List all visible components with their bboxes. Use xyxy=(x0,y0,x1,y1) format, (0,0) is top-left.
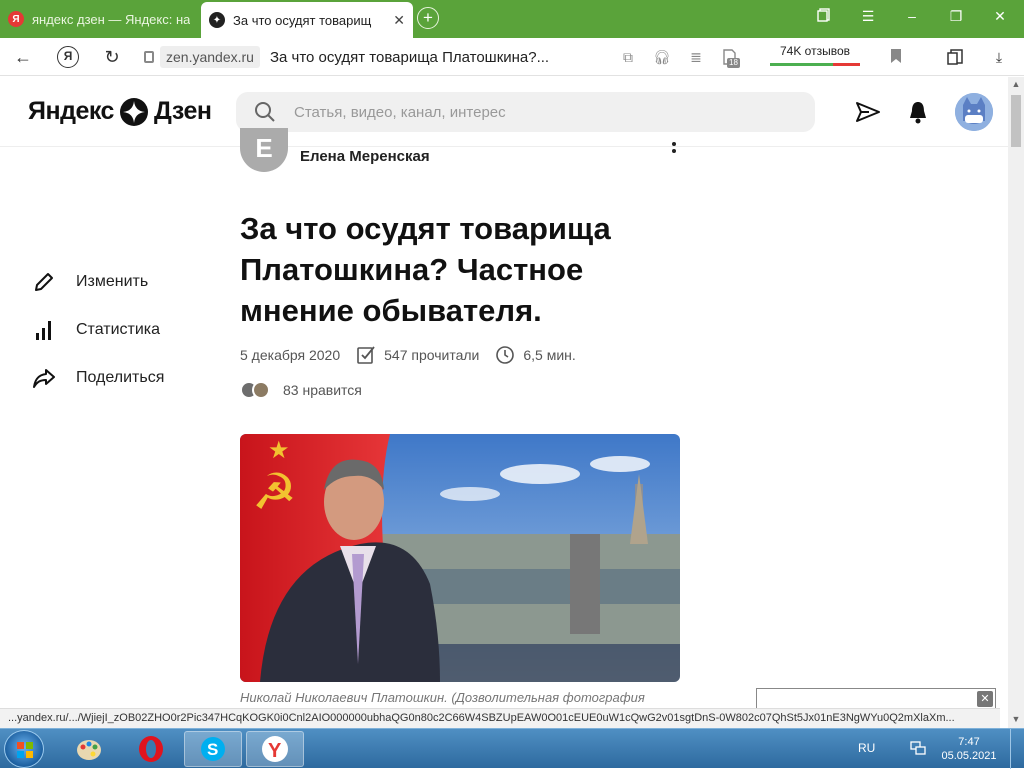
sidebar-item-label: Статистика xyxy=(76,321,161,338)
article-title: За что осудят товарища Платошкина? Частн… xyxy=(240,211,611,328)
share-page-icon[interactable]: ⧉ xyxy=(619,48,637,66)
tab-yandex-search[interactable]: Я яндекс дзен — Яндекс: на xyxy=(0,4,198,34)
taskbar-paint[interactable] xyxy=(60,731,118,767)
taskbar-opera[interactable] xyxy=(122,731,180,767)
author-row: Е Елена Меренская xyxy=(240,128,680,174)
url-field[interactable]: zen.yandex.ru За что осудят товарища Пла… xyxy=(140,44,549,70)
scroll-down-icon[interactable]: ▼ xyxy=(1008,714,1024,728)
status-link-preview: ...yandex.ru/.../WjiejI_zOB02ZHO0r2Pic34… xyxy=(0,708,1000,728)
cat-avatar-icon xyxy=(955,93,993,131)
yandex-home-button[interactable]: Я xyxy=(57,46,79,68)
start-button[interactable] xyxy=(4,730,44,768)
search-input[interactable] xyxy=(294,103,774,121)
logo-yandex-text: Яндекс xyxy=(28,97,114,125)
more-options-icon[interactable] xyxy=(672,142,676,156)
lock-icon xyxy=(144,51,154,63)
language-indicator[interactable]: RU xyxy=(858,741,875,755)
extensions-badge: 18 xyxy=(727,58,740,68)
clock-time: 7:47 xyxy=(958,736,980,748)
skype-icon: S xyxy=(201,737,225,761)
reader-mode-icon[interactable]: ≣ xyxy=(687,48,705,66)
user-avatar[interactable] xyxy=(955,93,993,131)
url-domain: zen.yandex.ru xyxy=(160,46,260,68)
image-caption: Николай Николаевич Платошкин. (Дозволите… xyxy=(240,690,645,705)
dzen-icon: ✦ xyxy=(209,12,225,28)
windows-logo-icon xyxy=(17,742,33,758)
liker-avatar xyxy=(252,381,270,399)
collections-icon[interactable] xyxy=(946,48,964,66)
sidebar-item-label: Изменить xyxy=(76,273,149,290)
yandex-icon: Я xyxy=(8,11,24,27)
show-desktop-button[interactable] xyxy=(1010,729,1024,769)
page-scrollbar[interactable]: ▲ ▼ xyxy=(1008,77,1024,728)
portrait-photo: ★ ☭ xyxy=(240,434,680,682)
headphones-icon[interactable]: 🎧︎ xyxy=(653,48,671,66)
back-button[interactable]: ← xyxy=(12,46,34,68)
menu-icon[interactable]: ☰ xyxy=(856,8,880,25)
dzen-logo[interactable]: Яндекс Дзен xyxy=(28,97,212,126)
browser-tab-bar: Я яндекс дзен — Яндекс: на ✦ За что осуд… xyxy=(0,0,1024,38)
svg-text:☭: ☭ xyxy=(252,464,297,520)
logo-dzen-text: Дзен xyxy=(153,97,212,125)
author-name[interactable]: Елена Меренская xyxy=(300,148,430,165)
protect-icon[interactable]: 18 xyxy=(719,48,741,68)
tab-title: яндекс дзен — Яндекс: на xyxy=(32,11,190,27)
liker-avatars xyxy=(240,380,274,400)
tab-article[interactable]: ✦ За что осудят товарищ ✕ xyxy=(201,2,413,38)
article-meta: 5 декабря 2020 547 прочитали 6,5 мин. xyxy=(240,344,576,366)
read-time: 6,5 мин. xyxy=(523,347,576,363)
reload-button[interactable]: ↻ xyxy=(101,46,123,68)
bar-chart-icon xyxy=(36,321,51,340)
rating-bar xyxy=(770,63,860,66)
sidebar-item-share[interactable]: Поделиться xyxy=(32,354,164,402)
reads-count: 547 прочитали xyxy=(384,347,480,363)
article-hero-image[interactable]: ★ ☭ xyxy=(240,434,680,682)
close-window-button[interactable]: ✕ xyxy=(988,8,1012,25)
sidebar-item-stats[interactable]: Статистика xyxy=(32,306,164,354)
dzen-star-icon xyxy=(119,97,148,126)
bookmarks-panel-icon[interactable] xyxy=(812,8,836,25)
network-icon[interactable] xyxy=(910,740,926,761)
likes-row[interactable]: 83 нравится xyxy=(240,380,362,400)
address-bar: ← Я ↻ zen.yandex.ru За что осудят товари… xyxy=(0,38,1024,76)
search-icon xyxy=(255,102,275,122)
windows-taskbar: S Y RU 7:47 05.05.2021 xyxy=(0,728,1024,769)
minimize-button[interactable]: – xyxy=(900,8,924,24)
taskbar-yandex-browser[interactable]: Y xyxy=(246,731,304,767)
reviews-label: 74K отзывов xyxy=(779,44,850,58)
likes-count: 83 нравится xyxy=(283,382,362,398)
paint-palette-icon xyxy=(77,740,101,760)
pencil-icon xyxy=(35,273,53,291)
sidebar-item-label: Поделиться xyxy=(76,369,165,386)
close-tab-icon[interactable]: ✕ xyxy=(393,12,405,29)
tab-title: За что осудят товарищ xyxy=(233,12,372,28)
opera-icon xyxy=(139,736,163,762)
checkbox-read-icon xyxy=(357,346,375,364)
close-icon[interactable]: ✕ xyxy=(977,691,993,707)
url-page-title: За что осудят товарища Платошкина?... xyxy=(269,48,550,66)
scroll-up-icon[interactable]: ▲ xyxy=(1008,79,1024,93)
bookmark-icon[interactable] xyxy=(887,48,905,66)
svg-text:★: ★ xyxy=(268,437,290,464)
search-bar[interactable] xyxy=(236,92,815,132)
svg-text:S: S xyxy=(207,740,218,759)
article-actions-menu: Изменить Статистика Поделиться xyxy=(32,258,164,402)
yandex-browser-icon: Y xyxy=(262,736,288,762)
new-tab-button[interactable]: + xyxy=(417,7,439,29)
downloads-icon[interactable]: ⤓ xyxy=(990,48,1008,66)
reviews-widget[interactable]: 74K отзывов xyxy=(768,44,862,70)
publish-date: 5 декабря 2020 xyxy=(240,347,341,363)
taskbar-skype[interactable]: S xyxy=(184,731,242,767)
bell-icon[interactable] xyxy=(905,99,931,125)
svg-text:Y: Y xyxy=(268,740,282,762)
send-icon[interactable] xyxy=(855,99,881,125)
clock-icon xyxy=(496,346,515,364)
restore-button[interactable]: ❐ xyxy=(944,8,968,25)
scroll-thumb[interactable] xyxy=(1011,95,1021,147)
clock-date: 05.05.2021 xyxy=(941,750,997,762)
system-clock[interactable]: 7:47 05.05.2021 xyxy=(936,735,1002,763)
author-avatar[interactable]: Е xyxy=(240,128,288,172)
sidebar-item-edit[interactable]: Изменить xyxy=(32,258,164,306)
share-arrow-icon xyxy=(33,369,55,388)
